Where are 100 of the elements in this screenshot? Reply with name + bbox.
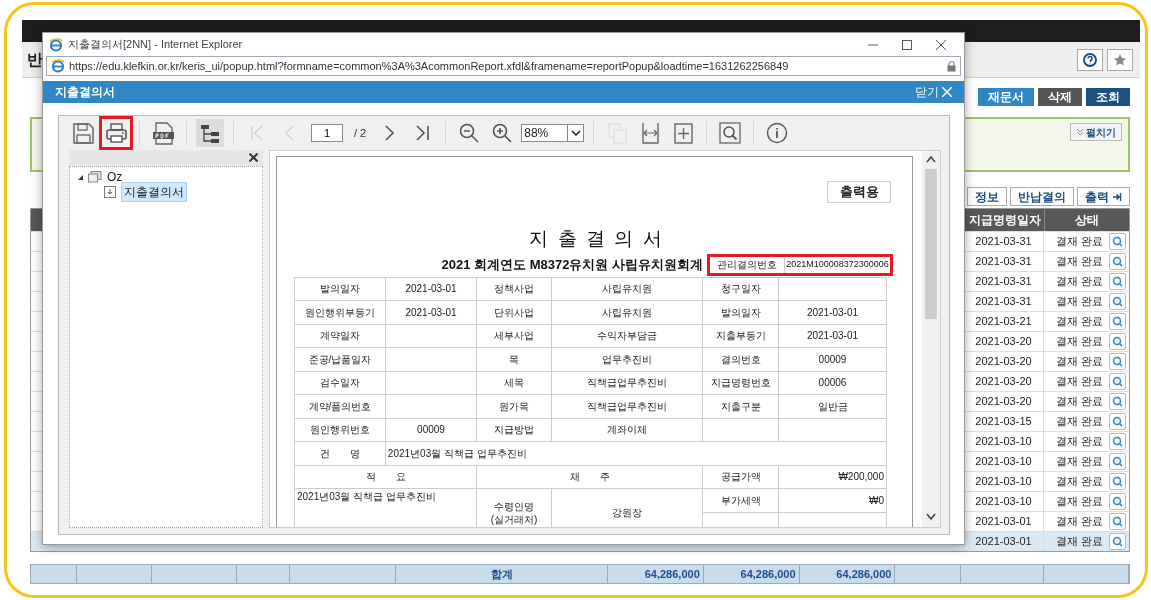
table-cell-text: 결재 완료 xyxy=(1055,394,1103,410)
view-button[interactable] xyxy=(1109,453,1126,470)
table-cell-text: 결재 완료 xyxy=(1055,514,1103,530)
table-cell: ₩200,000 xyxy=(779,465,887,489)
grid-button[interactable]: 출력 xyxy=(1077,187,1130,206)
table-cell: 2021-03-01 xyxy=(386,301,477,325)
table-cell: 공급가액 xyxy=(703,465,779,489)
collapse-triangle-icon xyxy=(76,173,84,181)
table-cell-text: 결재 완료 xyxy=(1055,454,1103,470)
star-icon xyxy=(1113,52,1127,67)
view-button[interactable] xyxy=(1109,333,1126,350)
table-cell-text: 결재 완료 xyxy=(1055,434,1103,450)
document-subtitle: 2021 회계연도 M8372유치원 사립유치원회계 xyxy=(441,255,704,274)
tree-item[interactable]: Oz xyxy=(106,168,124,186)
table-cell: 준공/납품일자 xyxy=(295,348,386,372)
table-cell-text: 결재 완료 xyxy=(1055,494,1103,510)
view-button[interactable] xyxy=(1109,493,1126,510)
table-cell: 발의일자 xyxy=(295,277,386,301)
total-label: 합계 xyxy=(396,565,608,583)
table-cell: 수령인명 (실거래처) xyxy=(477,489,552,527)
table-cell: 적 요 xyxy=(295,465,477,489)
view-button[interactable] xyxy=(1109,373,1126,390)
table-cell: 강원장 xyxy=(552,489,703,527)
maximize-button[interactable] xyxy=(902,38,914,51)
table-cell: 정책사업 xyxy=(477,277,552,301)
zoom-select[interactable]: 88% xyxy=(521,124,585,142)
table-cell: 업무추진비 xyxy=(552,348,703,372)
table-cell: 사립유치원 xyxy=(552,301,703,325)
table-cell: 세부사업 xyxy=(477,324,552,348)
search-icon xyxy=(1112,476,1123,487)
table-cell: 00006 xyxy=(779,371,887,395)
print-copy-label: 출력용 xyxy=(827,181,892,203)
help-button[interactable] xyxy=(1077,48,1103,71)
table-cell: 2021-03-01 xyxy=(386,277,477,301)
table-cell: 지출구분 xyxy=(703,395,779,419)
close-icon xyxy=(936,39,946,50)
table-cell: 직책급업무추진비 xyxy=(552,395,703,419)
table-cell: 계약일자 xyxy=(295,324,386,348)
table-cell: 원인행위부등기 xyxy=(295,301,386,325)
page-number-field[interactable]: 1 xyxy=(311,124,343,142)
close-button[interactable] xyxy=(936,38,948,51)
view-button[interactable] xyxy=(1109,533,1126,550)
chevron-up-icon xyxy=(926,155,936,163)
toolbar-button[interactable]: 삭제 xyxy=(1038,88,1082,106)
view-button[interactable] xyxy=(1109,313,1126,330)
scrollbar[interactable] xyxy=(922,151,940,527)
search-icon xyxy=(1112,456,1123,467)
view-button[interactable] xyxy=(1109,253,1126,270)
search-icon xyxy=(1112,516,1123,527)
print-button[interactable] xyxy=(102,119,130,147)
view-button[interactable] xyxy=(1109,433,1126,450)
table-cell: 검수일자 xyxy=(295,371,386,395)
help-icon xyxy=(1082,51,1098,68)
document-title: 지 출 결 의 서 xyxy=(528,227,665,251)
view-button[interactable] xyxy=(1109,393,1126,410)
table-cell: 2021-03-01 xyxy=(779,324,887,348)
search-icon xyxy=(718,121,743,145)
table-cell: 계좌이체 xyxy=(552,418,703,442)
favorite-button[interactable] xyxy=(1107,48,1133,71)
close-link[interactable]: 닫기 xyxy=(915,83,952,101)
table-cell-text: 결재 완료 xyxy=(1055,234,1103,250)
view-button[interactable] xyxy=(1109,293,1126,310)
window-title: 지출결의서[2NN] - Internet Explorer xyxy=(68,37,243,53)
tree-item[interactable]: 지출결의서 xyxy=(121,182,187,202)
page-count: / 2 xyxy=(354,125,367,141)
table-cell-text: 결재 완료 xyxy=(1055,294,1103,310)
view-button[interactable] xyxy=(1109,473,1126,490)
close-pane-button[interactable] xyxy=(249,153,259,163)
close-icon xyxy=(249,153,258,162)
table-cell: 수익자부담금 xyxy=(552,324,703,348)
table-cell-text: 결재 완료 xyxy=(1055,374,1103,390)
toolbar-button[interactable]: 조회 xyxy=(1086,88,1130,106)
grid-button[interactable]: 정보 xyxy=(967,187,1007,206)
view-button[interactable] xyxy=(1109,273,1126,290)
double-chevron-down-icon xyxy=(1076,128,1084,136)
close-icon xyxy=(942,87,952,97)
table-cell-text: 결재 완료 xyxy=(1055,314,1103,330)
table-cell: 건 명 xyxy=(295,442,386,466)
table-cell: 00009 xyxy=(779,348,887,372)
view-button[interactable] xyxy=(1109,353,1126,370)
monitor-icon xyxy=(88,171,102,183)
table-cell-text: 결재 완료 xyxy=(1055,254,1103,270)
expand-button[interactable]: 펼치기 xyxy=(1070,123,1122,141)
table-cell: 일반금 xyxy=(779,395,887,419)
table-cell: 지급방법 xyxy=(477,418,552,442)
grid-button[interactable]: 반납결의 xyxy=(1010,187,1074,206)
document-icon xyxy=(104,186,116,198)
toolbar-button[interactable]: 재문서 xyxy=(978,88,1034,106)
view-button[interactable] xyxy=(1109,233,1126,250)
view-button[interactable] xyxy=(1109,413,1126,430)
table-cell: 지급명령번호 xyxy=(703,371,779,395)
tree-view-button[interactable] xyxy=(196,119,224,147)
table-cell-text: 결재 완료 xyxy=(1055,474,1103,490)
popup-title: 지출결의서 xyxy=(55,84,115,101)
table-cell-text: 결재 완료 xyxy=(1055,534,1103,550)
search-icon xyxy=(1112,416,1123,427)
table-cell: 단위사업 xyxy=(477,301,552,325)
table-cell: 채 주 xyxy=(477,465,703,489)
table-cell: 발의일자 xyxy=(703,301,779,325)
view-button[interactable] xyxy=(1109,513,1126,530)
